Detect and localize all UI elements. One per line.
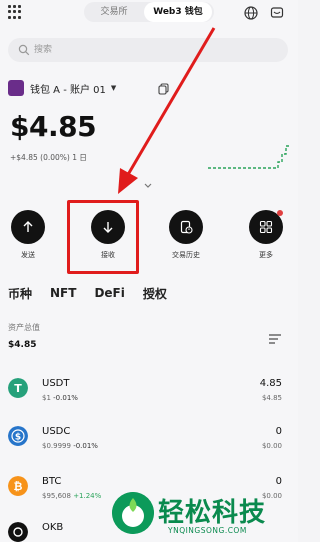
watermark: 轻松科技 YNQINGSONG.COM (108, 488, 298, 542)
tab-approvals[interactable]: 授权 (143, 285, 167, 302)
action-row: 发送 接收 交易历史 更多 (0, 210, 298, 270)
price-change: +1.24% (73, 492, 102, 500)
token-price: $0.9999 -0.01% (42, 442, 98, 450)
history-label: 交易历史 (172, 251, 200, 259)
token-price: $1 -0.01% (42, 394, 78, 402)
token-amount: 0 (275, 476, 282, 487)
wallet-avatar (8, 80, 24, 96)
history-button[interactable]: 交易历史 (161, 210, 211, 260)
usdt-icon: T (8, 378, 28, 398)
receive-button[interactable]: 接收 (83, 210, 133, 260)
okb-icon (8, 522, 28, 542)
tab-web3-wallet[interactable]: Web3 钱包 (144, 2, 212, 22)
token-row[interactable]: T USDT $1 -0.01% 4.85 $4.85 (0, 374, 298, 420)
token-symbol: BTC (42, 476, 62, 487)
total-assets-value: $4.85 (8, 340, 37, 350)
send-button[interactable]: 发送 (3, 210, 53, 260)
send-circle (11, 210, 45, 244)
arrow-up-icon (23, 221, 33, 232)
copy-icon[interactable] (158, 83, 169, 95)
receive-circle (91, 210, 125, 244)
token-symbol: USDT (42, 378, 70, 389)
price-change: -0.01% (53, 394, 78, 402)
price-value: $0.9999 (42, 442, 71, 450)
send-label: 发送 (21, 251, 35, 259)
top-bar: 交易所 Web3 钱包 (0, 0, 298, 28)
token-value: $0.00 (261, 442, 282, 450)
balance-sparkline (208, 145, 290, 169)
arrow-down-icon (103, 222, 113, 233)
price-change: -0.01% (73, 442, 98, 450)
globe-icon[interactable] (244, 6, 258, 20)
account-selector[interactable]: 钱包 A - 账户 01 ▼ (8, 80, 116, 96)
more-button[interactable]: 更多 (241, 210, 291, 260)
grid-more-icon (259, 220, 273, 234)
search-icon (18, 44, 30, 56)
receive-label: 接收 (101, 251, 115, 259)
token-symbol: USDC (42, 426, 71, 437)
more-circle (249, 210, 283, 244)
token-value: $4.85 (261, 394, 282, 402)
token-amount: 0 (275, 426, 282, 437)
mode-switch: 交易所 Web3 钱包 (84, 2, 214, 22)
wallet-screen: 交易所 Web3 钱包 钱包 A - 账户 01 ▼ $4.85 +$4.85 … (0, 0, 298, 542)
balance-change: +$4.85 (0.00%) 1 日 (10, 153, 87, 162)
token-price: $95,608 +1.24% (42, 492, 101, 500)
price-value: $1 (42, 394, 51, 402)
history-circle (169, 210, 203, 244)
history-icon (180, 220, 193, 234)
more-label: 更多 (259, 251, 273, 259)
asset-tabs: 币种 NFT DeFi 授权 (8, 283, 185, 303)
usdc-icon: $ (8, 426, 28, 446)
message-icon[interactable] (270, 6, 284, 20)
total-balance: $4.85 (10, 110, 97, 143)
search-input[interactable] (34, 42, 274, 58)
total-assets-label: 资产总值 (8, 323, 40, 332)
tab-defi[interactable]: DeFi (94, 286, 124, 300)
tab-exchange[interactable]: 交易所 (86, 2, 142, 22)
expand-chevron-icon[interactable] (143, 182, 153, 190)
chevron-down-icon: ▼ (110, 84, 117, 92)
token-symbol: OKB (42, 522, 64, 533)
token-amount: 4.85 (259, 378, 282, 389)
brand-logo-icon (112, 492, 154, 534)
apps-grid-icon[interactable] (8, 5, 22, 19)
brand-url: YNQINGSONG.COM (168, 526, 247, 535)
btc-icon: ₿ (8, 476, 28, 496)
notification-dot (277, 210, 283, 216)
tab-nft[interactable]: NFT (50, 286, 76, 300)
svg-text:T: T (14, 382, 22, 395)
tab-tokens[interactable]: 币种 (8, 285, 32, 302)
brand-name: 轻松科技 (158, 498, 267, 528)
search-bar[interactable] (8, 38, 288, 62)
svg-text:$: $ (15, 433, 21, 443)
svg-text:₿: ₿ (14, 480, 23, 493)
token-row[interactable]: $ USDC $0.9999 -0.01% 0 $0.00 (0, 422, 298, 468)
price-value: $95,608 (42, 492, 71, 500)
filter-icon[interactable] (268, 333, 282, 345)
account-name: 钱包 A - 账户 01 (30, 84, 106, 96)
